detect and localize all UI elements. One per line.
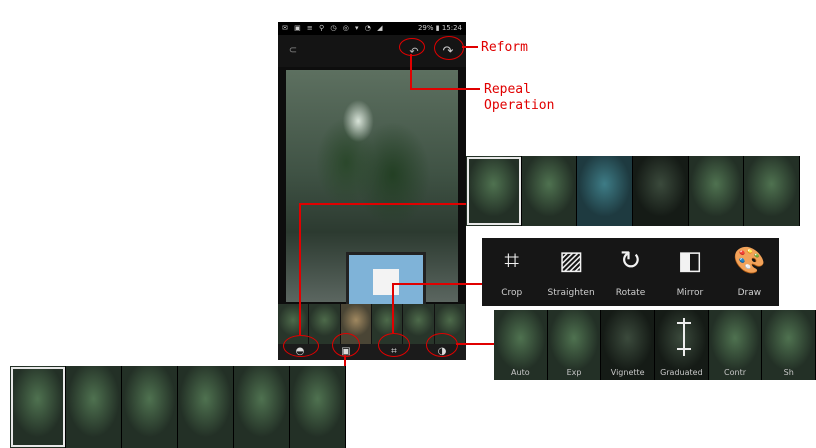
filter-option[interactable] xyxy=(466,156,522,226)
tools-panel: ⌗ Crop ▨ Straighten ↻ Rotate ◧ Mirror 🎨 … xyxy=(482,238,779,306)
tool-draw[interactable]: 🎨 Draw xyxy=(720,238,779,306)
repeal-callout-line2: Operation xyxy=(484,98,555,113)
palette-icon: 🎨 xyxy=(733,246,766,276)
phone-screen: ✉ ▣ ≡ ⚲ ◷ ◎ ▾ ◔ ◢ 29% ▮ 15:24 ⊂ ↶ ↷ ◓ ▣ … xyxy=(278,22,466,360)
adjust-option[interactable]: Auto xyxy=(494,310,548,380)
rotate-icon: ↻ xyxy=(619,246,642,276)
tool-label: Draw xyxy=(737,288,762,298)
filters-leader-h xyxy=(299,203,467,205)
straighten-icon: ▨ xyxy=(558,246,584,276)
frame-option[interactable] xyxy=(290,366,346,448)
repeal-leader-h xyxy=(410,88,480,90)
tool-crop[interactable]: ⌗ Crop xyxy=(482,238,541,306)
status-icons: ✉ ▣ ≡ ⚲ ◷ ◎ ▾ ◔ ◢ xyxy=(282,24,385,32)
adjust-leader-h xyxy=(456,343,496,345)
filter-option[interactable] xyxy=(744,156,801,226)
photo-monitor xyxy=(346,252,426,312)
frame-option[interactable] xyxy=(234,366,290,448)
reform-leader xyxy=(462,46,478,48)
tool-label: Crop xyxy=(501,288,523,298)
crop-leader-h xyxy=(392,283,484,285)
tool-rotate[interactable]: ↻ Rotate xyxy=(601,238,660,306)
tool-label: Rotate xyxy=(615,288,646,298)
photo-preview xyxy=(286,70,458,312)
graduated-icon-bar xyxy=(677,348,692,350)
repeal-leader-v xyxy=(410,54,412,88)
adjust-panel: Auto Exp Vignette Graduated Contr Sh xyxy=(494,310,816,380)
tool-label: Mirror xyxy=(676,288,704,298)
status-bar: ✉ ▣ ≡ ⚲ ◷ ◎ ▾ ◔ ◢ 29% ▮ 15:24 xyxy=(278,22,466,35)
undo-highlight xyxy=(399,38,425,56)
redo-highlight xyxy=(434,36,464,60)
adjust-option[interactable]: Sh xyxy=(762,310,816,380)
filter-option[interactable] xyxy=(633,156,689,226)
frames-panel xyxy=(10,366,346,448)
frame-option[interactable] xyxy=(10,366,66,448)
crop-highlight xyxy=(378,333,410,357)
adjust-option[interactable]: Graduated xyxy=(655,310,709,380)
reform-callout: Reform xyxy=(481,40,528,55)
frame-option[interactable] xyxy=(178,366,234,448)
frame-option[interactable] xyxy=(66,366,122,448)
photo-monitor-window xyxy=(373,269,399,295)
filters-leader-v xyxy=(299,203,301,335)
mirror-icon: ◧ xyxy=(677,246,703,276)
frame-option[interactable] xyxy=(122,366,178,448)
adjust-option[interactable]: Vignette xyxy=(601,310,656,380)
status-battery-clock: 29% ▮ 15:24 xyxy=(417,24,462,32)
crop-leader-v xyxy=(392,283,394,333)
filter-option[interactable] xyxy=(577,156,634,226)
graduated-icon-bar xyxy=(677,322,692,324)
repeal-callout-line1: Repeal xyxy=(484,82,531,97)
filters-highlight xyxy=(283,335,319,357)
filter-option[interactable] xyxy=(521,156,578,226)
adjust-highlight xyxy=(426,333,458,357)
back-icon[interactable]: ⊂ xyxy=(284,43,302,59)
tool-straighten[interactable]: ▨ Straighten xyxy=(541,238,600,306)
filter-option[interactable] xyxy=(688,156,745,226)
adjust-option[interactable]: Exp xyxy=(547,310,602,380)
tool-mirror[interactable]: ◧ Mirror xyxy=(660,238,719,306)
crop-icon: ⌗ xyxy=(504,246,520,276)
frames-highlight xyxy=(332,333,360,357)
filters-panel xyxy=(466,156,801,226)
tool-label: Straighten xyxy=(547,288,595,298)
adjust-option[interactable]: Contr xyxy=(708,310,763,380)
